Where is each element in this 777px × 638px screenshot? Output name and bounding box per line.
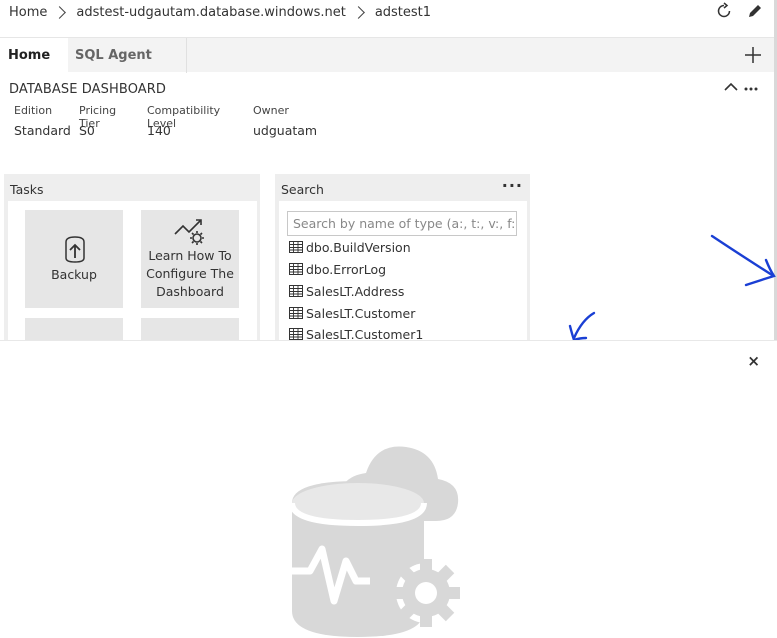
breadcrumb-home[interactable]: Home	[9, 5, 47, 20]
tab-home[interactable]: Home	[0, 38, 68, 73]
property-value: 140	[147, 123, 171, 138]
backup-tile[interactable]: Backup	[25, 210, 123, 308]
annotation-arrow-icon	[568, 311, 596, 342]
close-icon[interactable]: ×	[747, 352, 760, 370]
database-cloud-gear-icon	[289, 446, 460, 637]
property-edition: Edition Standard	[14, 104, 71, 138]
chart-gear-icon	[173, 216, 209, 249]
result-label: SalesLT.Customer	[306, 305, 416, 321]
property-key: Edition	[14, 104, 53, 117]
more-options-icon[interactable]: ···	[502, 176, 523, 195]
property-compatibility-level: Compatibility Level 140	[147, 104, 240, 138]
refresh-icon[interactable]	[715, 2, 733, 20]
table-icon	[289, 263, 303, 275]
chevron-up-icon[interactable]	[724, 81, 738, 95]
tile-label: Backup	[51, 267, 97, 282]
tasks-widget: Tasks Backup Learn How To Configure The …	[4, 174, 260, 348]
property-key: Owner	[253, 104, 289, 117]
tab-bar: Home SQL Agent	[0, 37, 777, 73]
breadcrumb-database[interactable]: adstest1	[375, 5, 431, 20]
chevron-right-icon	[53, 6, 67, 19]
page-title: DATABASE DASHBOARD	[9, 82, 167, 97]
tile-label-line: Dashboard	[156, 284, 224, 299]
search-input[interactable]: Search by name of type (a:, t:, v:, f:, …	[287, 211, 517, 236]
tasks-body: Backup Learn How To Configure The Dashbo…	[8, 201, 257, 348]
top-actions	[715, 2, 763, 20]
database-properties: Edition Standard Pricing Tier S0 Compati…	[14, 104, 346, 138]
search-widget: Search ··· Search by name of type (a:, t…	[275, 174, 530, 340]
more-options-icon[interactable]	[744, 81, 758, 95]
property-key: Pricing Tier	[79, 104, 117, 130]
table-icon	[289, 285, 303, 297]
backup-icon	[60, 234, 90, 267]
search-result[interactable]: dbo.BuildVersion	[289, 236, 411, 258]
result-label: SalesLT.Customer1	[306, 327, 424, 340]
table-icon	[289, 241, 303, 253]
widget-title: Search	[281, 182, 324, 197]
table-icon	[289, 328, 303, 340]
search-result[interactable]: SalesLT.Customer1	[289, 324, 423, 340]
annotation-arrow-icon	[710, 234, 776, 287]
property-owner: Owner udguatam	[253, 104, 333, 138]
bottom-panel: ×	[0, 340, 777, 638]
search-result[interactable]: SalesLT.Customer	[289, 302, 415, 324]
pencil-icon[interactable]	[747, 3, 763, 19]
search-body: Search by name of type (a:, t:, v:, f:, …	[279, 201, 527, 340]
table-icon	[289, 307, 303, 319]
property-pricing-tier: Pricing Tier S0	[79, 104, 134, 138]
property-value: udguatam	[253, 123, 318, 138]
dashboard-actions	[724, 81, 758, 95]
property-value: S0	[79, 123, 95, 138]
breadcrumb-server[interactable]: adstest-udgautam.database.windows.net	[76, 5, 345, 20]
search-result[interactable]: dbo.ErrorLog	[289, 258, 386, 280]
tile-label-line: Configure The	[146, 266, 234, 281]
result-label: dbo.ErrorLog	[306, 261, 387, 277]
breadcrumb: Home adstest-udgautam.database.windows.n…	[0, 0, 777, 25]
learn-dashboard-tile[interactable]: Learn How To Configure The Dashboard	[141, 210, 239, 308]
widget-title: Tasks	[10, 182, 44, 197]
result-label: dbo.BuildVersion	[306, 239, 411, 255]
property-value: Standard	[14, 123, 71, 138]
plus-icon[interactable]	[744, 46, 762, 67]
tab-sql-agent[interactable]: SQL Agent	[75, 38, 152, 73]
tile-label-line: Learn How To	[148, 248, 232, 263]
tab-divider	[186, 38, 187, 73]
property-key: Compatibility Level	[147, 104, 221, 130]
search-result[interactable]: SalesLT.Address	[289, 280, 404, 302]
result-label: SalesLT.Address	[306, 283, 405, 299]
chevron-right-icon	[351, 6, 365, 19]
